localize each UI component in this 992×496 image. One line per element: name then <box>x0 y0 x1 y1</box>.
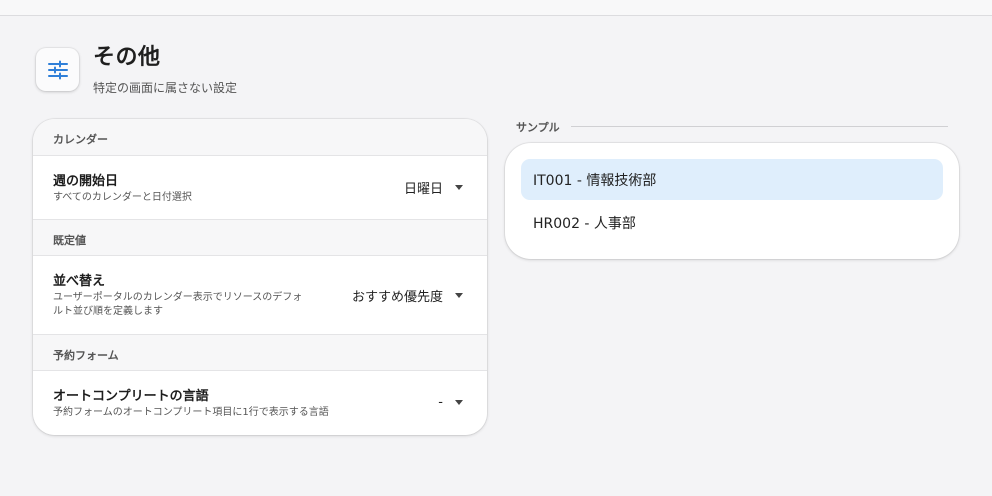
sample-list: IT001 - 情報技術部 HR002 - 人事部 <box>505 143 959 259</box>
caret-down-icon <box>455 293 463 298</box>
sample-item[interactable]: IT001 - 情報技術部 <box>521 159 943 200</box>
setting-description: 予約フォームのオートコンプリート項目に1行で表示する言語 <box>53 407 329 418</box>
week-start-select[interactable]: 日曜日 <box>404 178 463 197</box>
autocomplete-language-select[interactable]: - <box>438 395 463 410</box>
settings-card: カレンダー 週の開始日 すべてのカレンダーと日付選択 日曜日 既定値 並べ替え … <box>33 119 487 435</box>
page-title: その他 <box>93 45 161 70</box>
setting-title: オートコンプリートの言語 <box>53 389 209 404</box>
sample-label: サンプル <box>516 121 560 134</box>
setting-row-week-start: 週の開始日 すべてのカレンダーと日付選択 日曜日 <box>33 156 487 219</box>
sample-item[interactable]: HR002 - 人事部 <box>521 202 943 243</box>
sort-order-select[interactable]: おすすめ優先度 <box>352 286 463 305</box>
select-value: - <box>438 395 443 410</box>
caret-down-icon <box>455 185 463 190</box>
page-subtitle: 特定の画面に属さない設定 <box>93 81 238 95</box>
divider <box>571 126 948 127</box>
setting-row-sort-order: 並べ替え ユーザーポータルのカレンダー表示でリソースのデフォ ルト並び順を定義し… <box>33 256 487 334</box>
section-header-calendar: カレンダー <box>33 119 487 156</box>
sliders-icon <box>36 48 79 91</box>
select-value: おすすめ優先度 <box>351 290 443 305</box>
setting-row-autocomplete-language: オートコンプリートの言語 予約フォームのオートコンプリート項目に1行で表示する言… <box>33 371 487 435</box>
select-value: 日曜日 <box>403 182 443 197</box>
section-header-defaults: 既定値 <box>33 219 487 256</box>
setting-description-line: ルト並び順を定義します <box>53 306 163 317</box>
caret-down-icon <box>455 400 463 405</box>
top-bar <box>0 0 992 16</box>
section-header-booking-form: 予約フォーム <box>33 334 487 371</box>
page-header: その他 特定の画面に属さない設定 <box>36 44 237 96</box>
